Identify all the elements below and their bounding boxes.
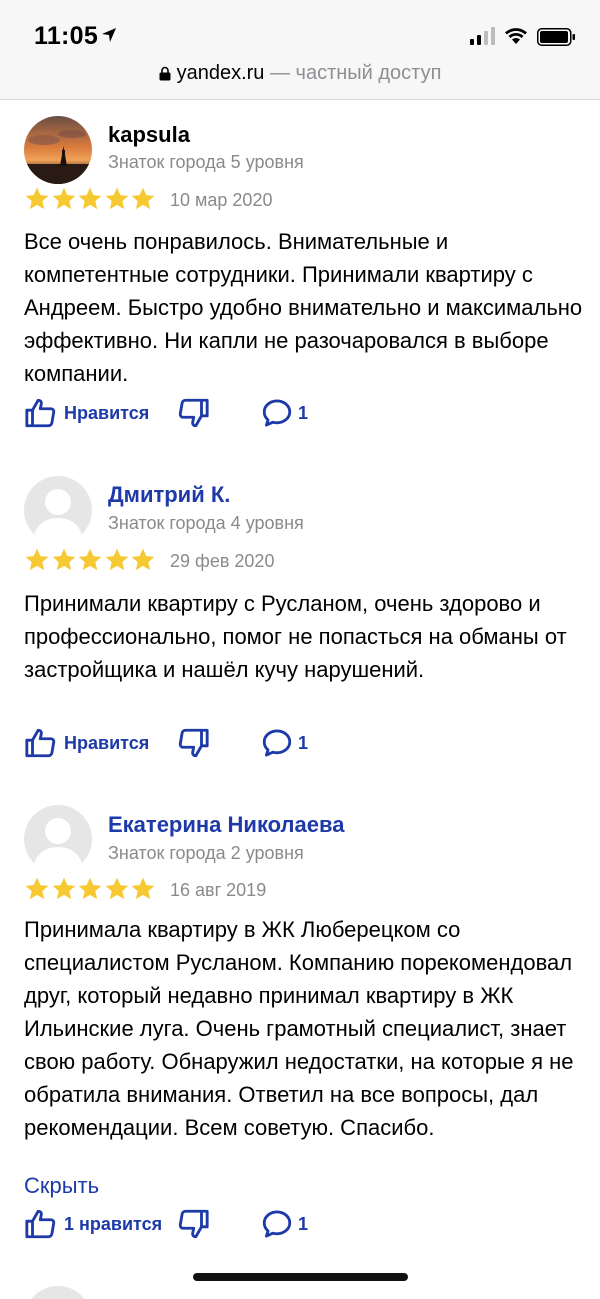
star-icon: [52, 548, 75, 571]
like-button[interactable]: Нравится: [24, 726, 149, 760]
comment-icon: [262, 729, 292, 757]
wifi-icon: [505, 28, 527, 44]
review-text: Все очень понравилось. Внимательные и ко…: [24, 229, 583, 386]
star-icon: [52, 877, 75, 900]
battery-icon: [537, 28, 575, 46]
like-button[interactable]: 1 нравится: [24, 1207, 162, 1241]
reviewer-name[interactable]: Екатерина Николаева: [108, 812, 344, 838]
star-icon: [105, 877, 128, 900]
location-arrow-icon: [102, 28, 116, 42]
reviewer-name[interactable]: kapsula: [108, 122, 190, 148]
address-bar[interactable]: yandex.ru — частный доступ: [0, 62, 600, 85]
reviewer-name[interactable]: Дмитрий К.: [108, 482, 230, 508]
like-button[interactable]: Нравится: [24, 396, 149, 430]
home-indicator[interactable]: [193, 1273, 408, 1281]
star-icon: [131, 187, 155, 210]
thumbs-up-icon: [25, 1209, 56, 1239]
review-date: 16 авг 2019: [170, 880, 267, 900]
star-icon: [78, 877, 102, 900]
default-avatar-icon: [24, 805, 92, 873]
rating-stars: [24, 547, 157, 575]
next-review-avatar: [24, 1286, 92, 1299]
reviewer-level: Знаток города 2 уровня: [108, 843, 304, 863]
comment-icon: [262, 399, 292, 427]
thumbs-up-icon: [25, 398, 56, 428]
url-domain: yandex.ru: [176, 62, 265, 84]
comments-count: 1: [298, 1213, 309, 1234]
thumbs-down-icon[interactable]: [176, 1207, 210, 1241]
lock-icon: [159, 66, 171, 81]
reviewer-level: Знаток города 4 уровня: [108, 513, 304, 533]
like-label: 1 нравится: [64, 1213, 163, 1234]
private-mode-label: — частный доступ: [264, 62, 442, 84]
star-icon: [52, 187, 75, 210]
thumbs-down-icon[interactable]: [176, 726, 210, 760]
star-icon: [105, 548, 128, 571]
star-icon: [131, 877, 155, 900]
review-date: 29 фев 2020: [170, 551, 275, 571]
reviewer-level: Знаток города 5 уровня: [108, 152, 304, 172]
thumbs-up-icon: [25, 728, 56, 758]
signal-icon: [470, 27, 495, 45]
avatar-sunset-image: [24, 116, 92, 184]
comments-count: 1: [298, 402, 309, 423]
star-icon: [25, 187, 49, 210]
status-bar: 11:05 yandex.ru — частный доступ: [0, 0, 600, 100]
star-icon: [78, 548, 102, 571]
review-text: Принимали квартиру с Русланом, очень здо…: [24, 591, 567, 682]
avatar[interactable]: [24, 116, 92, 184]
status-time: 11:05: [34, 22, 99, 50]
star-icon: [78, 187, 102, 210]
comments-button[interactable]: 1: [260, 726, 308, 760]
like-label: Нравится: [64, 732, 150, 753]
avatar[interactable]: [24, 476, 92, 544]
rating-stars: [24, 186, 157, 214]
review-actions: Нравится 1: [24, 396, 424, 436]
star-icon: [25, 877, 49, 900]
star-icon: [131, 548, 155, 571]
comments-button[interactable]: 1: [260, 1207, 308, 1241]
review-date: 10 мар 2020: [170, 190, 273, 210]
hide-link[interactable]: Скрыть: [24, 1173, 99, 1199]
comment-icon: [262, 1210, 292, 1238]
rating-stars: [24, 876, 157, 904]
default-avatar-icon: [24, 476, 92, 544]
thumbs-down-icon[interactable]: [176, 396, 210, 430]
review-actions: 1 нравится 1: [24, 1207, 424, 1247]
star-icon: [105, 187, 128, 210]
avatar[interactable]: [24, 805, 92, 873]
review-actions: Нравится 1: [24, 726, 424, 766]
comments-button[interactable]: 1: [260, 396, 308, 430]
like-label: Нравится: [64, 402, 150, 423]
comments-count: 1: [298, 732, 309, 753]
review-text: Принимала квартиру в ЖК Люберецком со сп…: [24, 917, 574, 1140]
star-icon: [25, 548, 49, 571]
